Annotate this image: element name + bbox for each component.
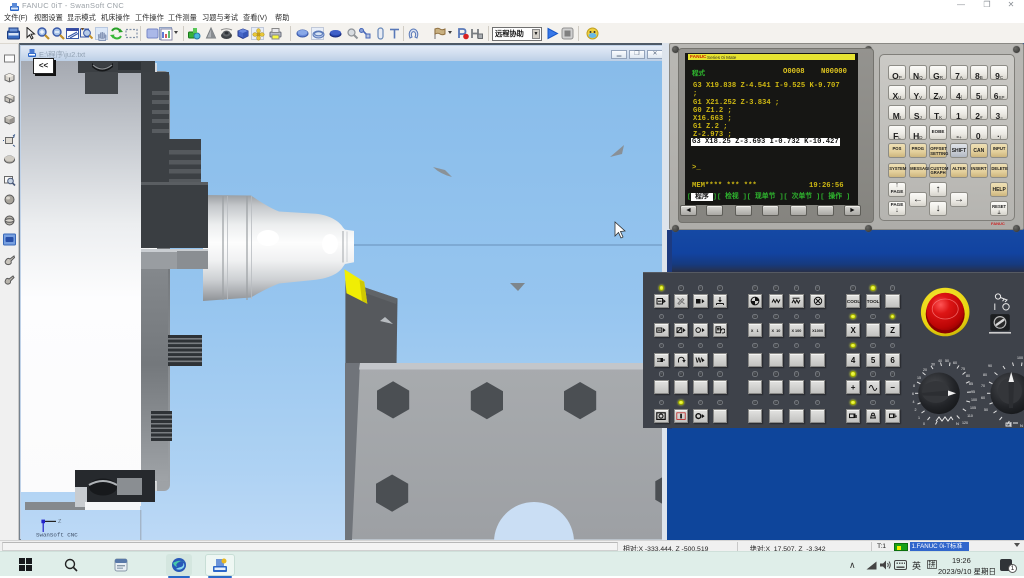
svg-text:75: 75 [961, 367, 965, 371]
svg-text:2: 2 [915, 408, 917, 412]
svg-text:70: 70 [981, 384, 985, 388]
svg-text:N: N [956, 421, 959, 426]
svg-text:4: 4 [913, 400, 915, 404]
svg-text:80: 80 [983, 373, 987, 377]
svg-text:40: 40 [938, 359, 942, 363]
svg-text:W: W [696, 358, 703, 365]
svg-text:60: 60 [981, 396, 985, 400]
svg-text:20: 20 [923, 368, 927, 372]
svg-text:N: N [1020, 423, 1023, 428]
svg-text:120: 120 [962, 421, 968, 425]
svg-text:80: 80 [966, 374, 970, 378]
svg-text:15: 15 [917, 376, 921, 380]
svg-text:1: 1 [918, 416, 920, 420]
svg-text:90: 90 [988, 364, 992, 368]
svg-text:50: 50 [984, 408, 988, 412]
svg-text:95: 95 [971, 390, 975, 394]
svg-text:50: 50 [945, 359, 949, 363]
svg-text:100: 100 [1017, 356, 1023, 360]
svg-text:6: 6 [912, 392, 914, 396]
svg-text:60: 60 [953, 361, 957, 365]
svg-text:85: 85 [969, 382, 973, 386]
svg-text:30: 30 [931, 363, 935, 367]
svg-text:0: 0 [923, 422, 925, 426]
svg-text:8: 8 [913, 384, 915, 388]
svg-text:SwanSoft CNC: SwanSoft CNC [36, 532, 78, 539]
svg-text:110: 110 [967, 414, 973, 418]
svg-text:100: 100 [971, 398, 977, 402]
svg-text:105: 105 [970, 406, 976, 410]
